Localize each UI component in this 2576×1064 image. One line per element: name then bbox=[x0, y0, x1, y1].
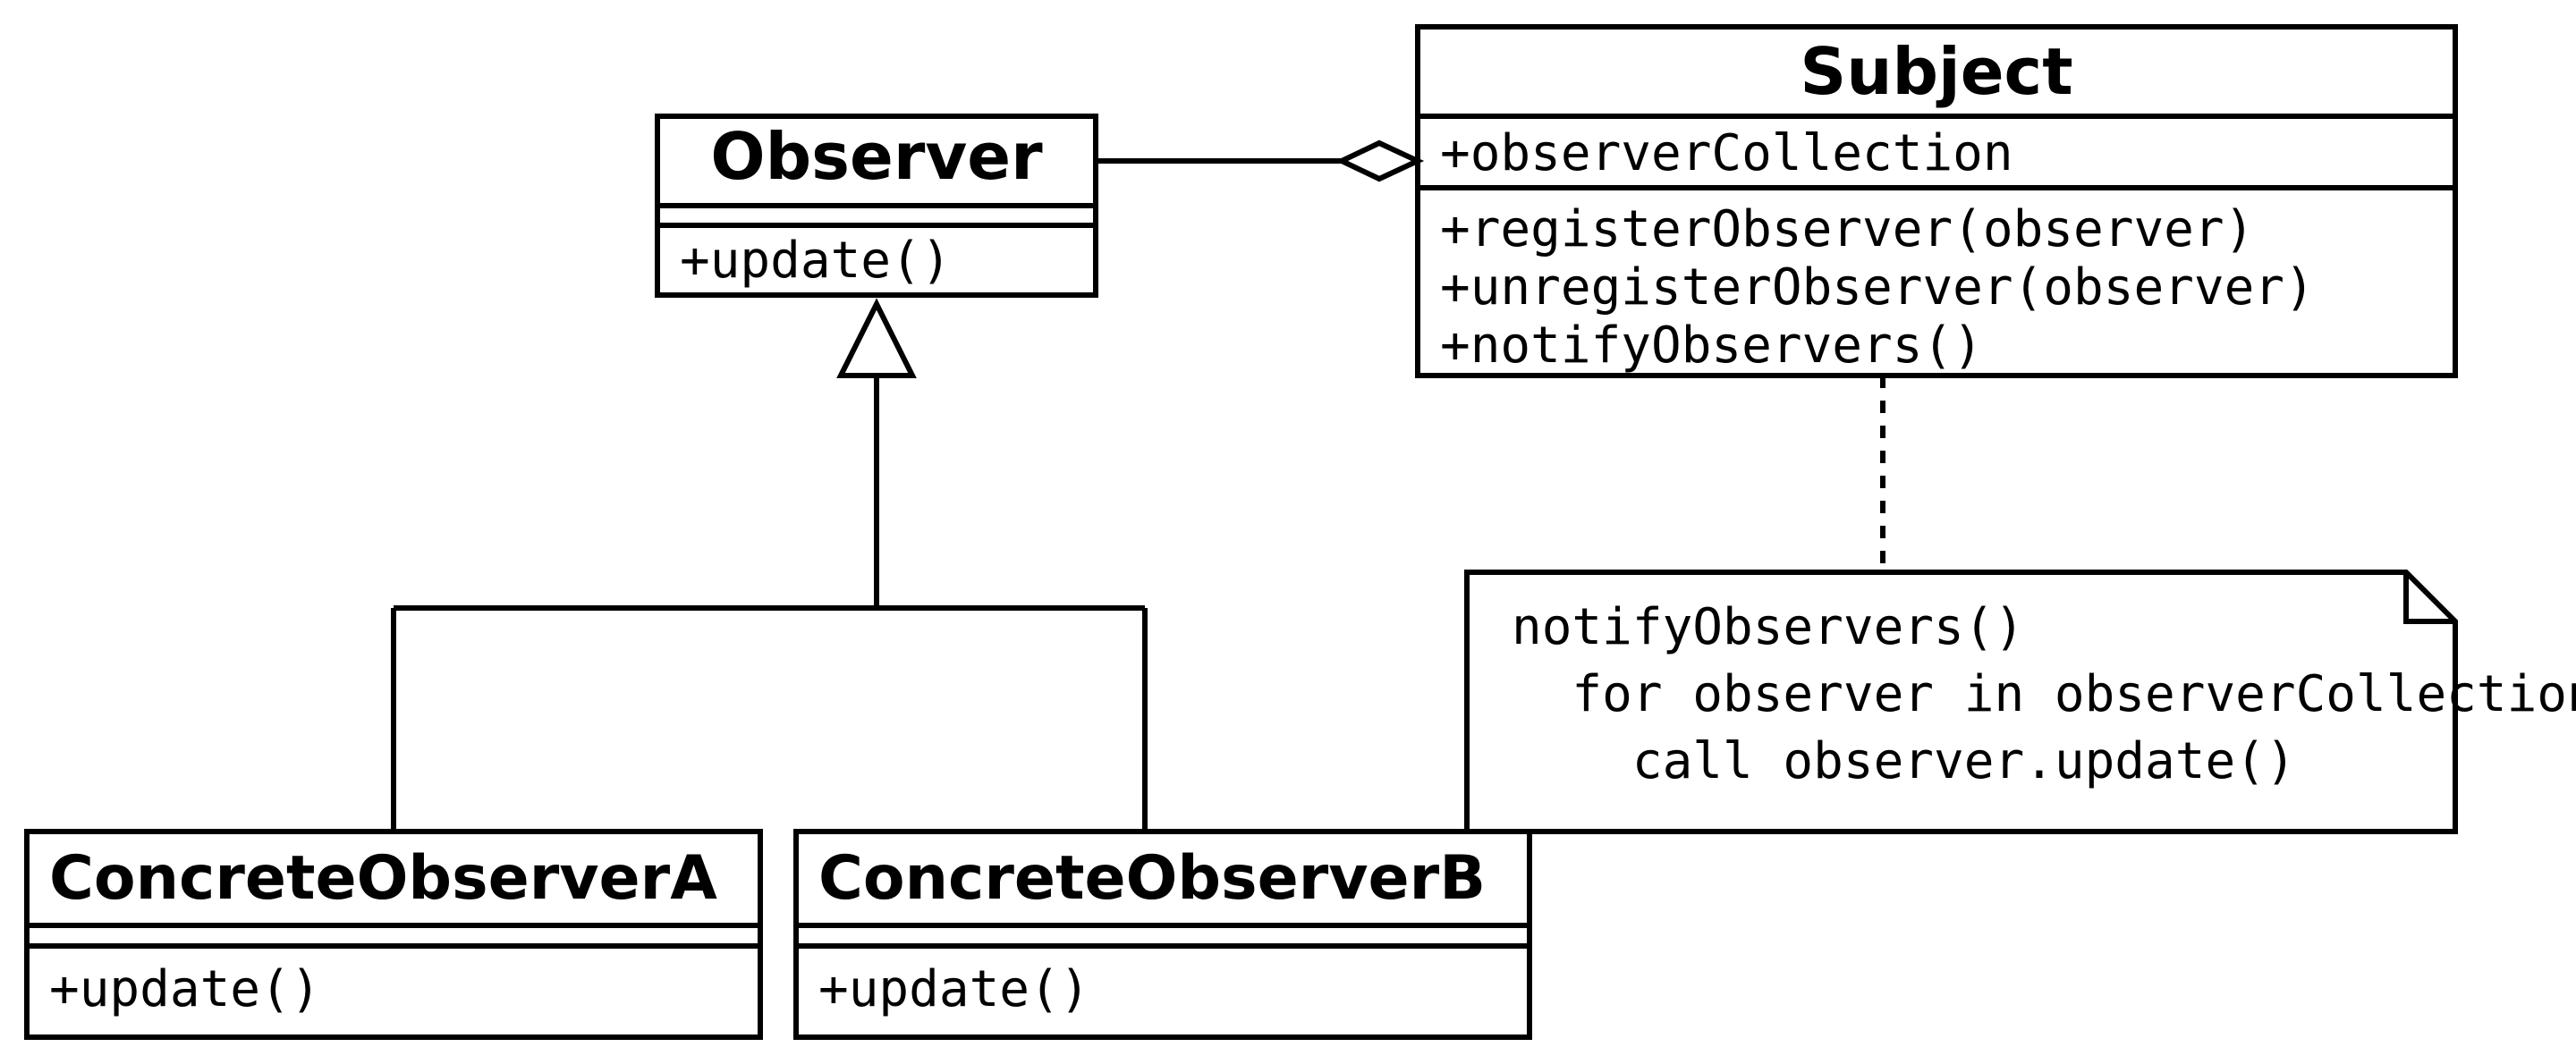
subject-title: Subject bbox=[1800, 34, 2072, 109]
note-line-2: call observer.update() bbox=[1512, 732, 2296, 790]
subject-method-2: +notifyObservers() bbox=[1440, 317, 1983, 375]
concrete-b-title: ConcreteObserverB bbox=[818, 843, 1486, 914]
concrete-a-method-0: +update() bbox=[49, 960, 320, 1018]
concrete-a-title: ConcreteObserverA bbox=[49, 843, 717, 914]
uml-diagram: Observer +update() Subject +observerColl… bbox=[0, 0, 2576, 1064]
class-concrete-observer-b: ConcreteObserverB +update() bbox=[796, 832, 1530, 1037]
subject-method-1: +unregisterObserver(observer) bbox=[1440, 258, 2315, 317]
observer-method-0: +update() bbox=[680, 232, 951, 290]
subject-method-0: +registerObserver(observer) bbox=[1440, 200, 2254, 258]
note-line-0: notifyObservers() bbox=[1512, 598, 2024, 656]
class-observer: Observer +update() bbox=[657, 116, 1096, 295]
note-line-1: for observer in observerCollection bbox=[1512, 665, 2576, 723]
observer-title: Observer bbox=[710, 119, 1043, 194]
class-subject: Subject +observerCollection +registerObs… bbox=[1418, 27, 2455, 376]
relation-aggregation bbox=[1096, 143, 1418, 179]
concrete-b-method-0: +update() bbox=[818, 960, 1089, 1018]
class-concrete-observer-a: ConcreteObserverA +update() bbox=[27, 832, 760, 1037]
uml-note: notifyObservers() for observer in observ… bbox=[1467, 572, 2576, 832]
relation-generalization bbox=[394, 304, 1145, 832]
subject-attr-0: +observerCollection bbox=[1440, 124, 2013, 182]
